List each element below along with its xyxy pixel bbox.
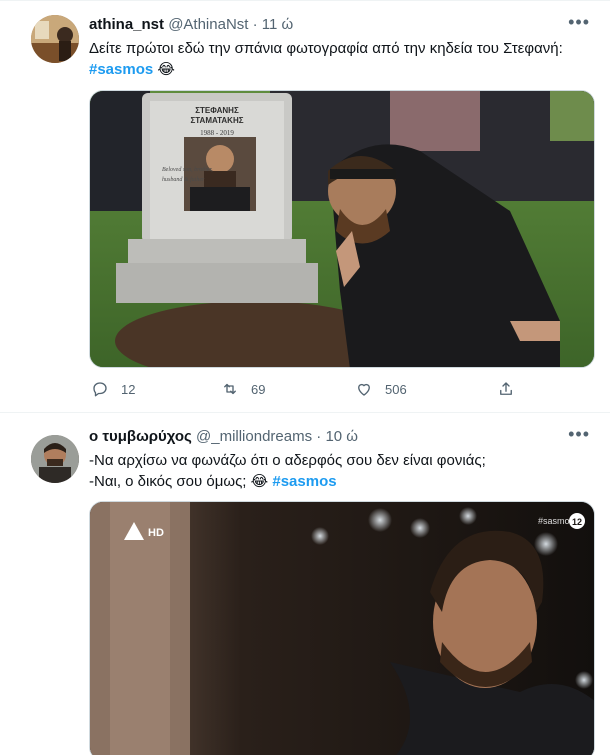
retweet-count: 69 <box>251 381 266 397</box>
age-rating-badge: 12 <box>572 517 582 527</box>
tweet-photo[interactable]: ΣΤΕΦΑΝΗΣ ΣΤΑΜΑΤΑΚΗΣ 1988 - 2019 Beloved … <box>89 90 595 368</box>
tweet-text: -Να αρχίσω να φωνάζω ότι ο αδερφός σου δ… <box>89 450 590 492</box>
user-handle[interactable]: @_milliondreams <box>196 428 312 445</box>
hashtag-link[interactable]: #sasmos <box>89 61 153 78</box>
display-name[interactable]: ο τυμβωρύχος <box>89 428 192 445</box>
display-name[interactable]: athina_nst <box>89 16 164 33</box>
tweet-header: athina_nst @AthinaNst · 11 ώ ••• <box>89 13 590 35</box>
timestamp[interactable]: 11 ώ <box>262 16 293 33</box>
share-icon <box>500 382 512 395</box>
tweet-text-line: -Ναι, ο δικός σου όμως; 😂 #sasmos <box>89 471 590 492</box>
separator-dot: · <box>316 428 322 445</box>
funeral-photo-illustration: ΣΤΕΦΑΝΗΣ ΣΤΑΜΑΤΑΚΗΣ 1988 - 2019 Beloved … <box>90 91 594 367</box>
reply-count: 12 <box>121 381 136 397</box>
more-horizontal-icon[interactable]: ••• <box>568 13 590 31</box>
tombstone-name: ΣΤΕΦΑΝΗΣ <box>195 106 239 115</box>
separator-dot: · <box>252 16 258 33</box>
tweet-text-line: #sasmos 😂 <box>89 59 590 80</box>
retweet-icon <box>224 383 236 395</box>
tweet[interactable]: ο τυμβωρύχος @_milliondreams · 10 ώ ••• … <box>0 412 610 755</box>
tweet[interactable]: athina_nst @AthinaNst · 11 ώ ••• Δείτε π… <box>0 0 610 412</box>
tombstone-surname: ΣΤΑΜΑΤΑΚΗΣ <box>190 116 243 125</box>
tweet-text-line: -Να αρχίσω να φωνάζω ότι ο αδερφός σου δ… <box>89 452 486 469</box>
reply-button[interactable]: 12 <box>91 380 135 398</box>
reply-icon <box>93 382 107 397</box>
hashtag-link[interactable]: #sasmos <box>272 473 336 490</box>
tweet-photo[interactable]: HD #sasmos 12 <box>89 501 595 755</box>
timestamp[interactable]: 10 ώ <box>325 428 358 445</box>
tweet-actions: 12 69 506 <box>89 379 519 399</box>
laughing-emoji: 😂 <box>250 473 269 490</box>
channel-logo: HD <box>148 527 164 539</box>
share-button[interactable] <box>497 380 527 398</box>
retweet-button[interactable]: 69 <box>221 380 265 398</box>
tombstone-epitaph: Beloved son, brother, <box>162 167 213 173</box>
avatar[interactable] <box>31 435 79 483</box>
more-horizontal-icon[interactable]: ••• <box>568 425 590 443</box>
tombstone-epitaph: husband & father <box>162 176 205 183</box>
like-count: 506 <box>385 381 407 397</box>
tweet-header: ο τυμβωρύχος @_milliondreams · 10 ώ ••• <box>89 425 590 447</box>
tweet-text: Δείτε πρώτοι εδώ την σπάνια φωτογραφία α… <box>89 38 590 80</box>
tombstone-years: 1988 - 2019 <box>200 129 234 137</box>
laughing-emoji: 😂 <box>157 61 175 78</box>
tweet-text-fragment: -Ναι, ο δικός σου όμως; <box>89 473 247 490</box>
tv-still-illustration: HD #sasmos 12 <box>90 502 594 755</box>
heart-icon <box>358 383 370 396</box>
user-handle[interactable]: @AthinaNst <box>168 16 248 33</box>
avatar[interactable] <box>31 15 79 63</box>
like-button[interactable]: 506 <box>355 380 407 398</box>
tweet-text-line: Δείτε πρώτοι εδώ την σπάνια φωτογραφία α… <box>89 40 563 57</box>
